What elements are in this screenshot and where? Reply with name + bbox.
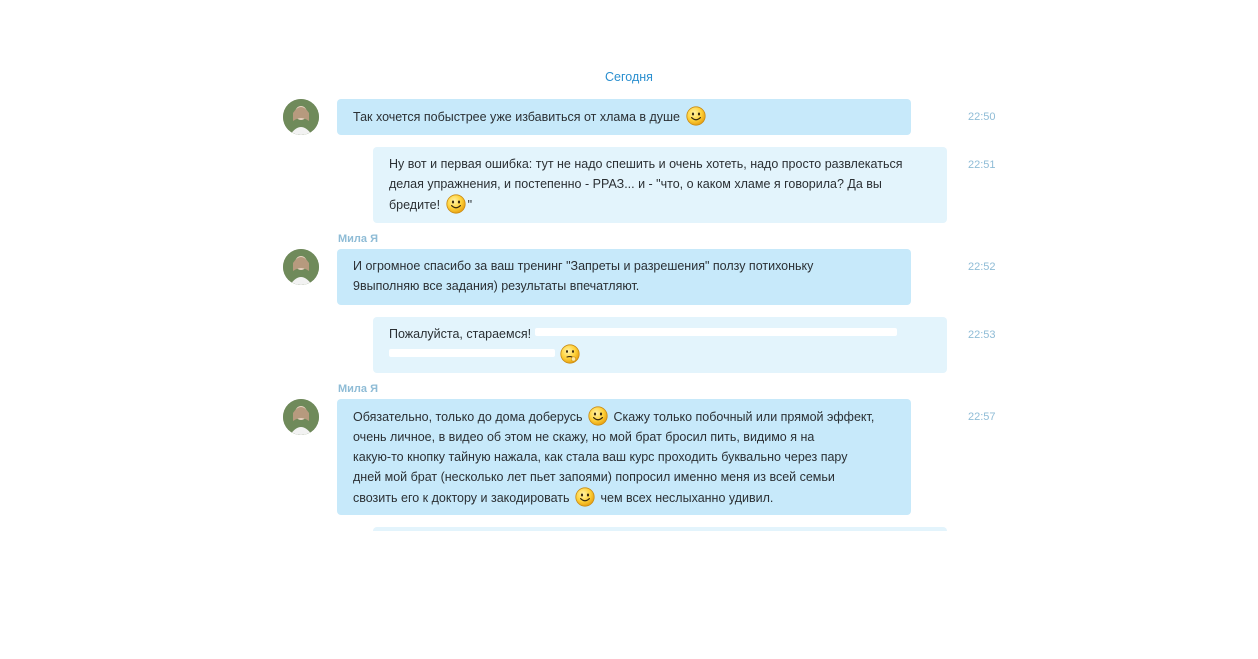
sender-name: Мила Я (338, 233, 378, 245)
message-bubble-outgoing-partial[interactable] (373, 527, 947, 531)
message-text-line: дней мой брат (несколько лет пьет запоям… (353, 470, 835, 484)
message-timestamp: 22:50 (968, 111, 996, 123)
message-text-line: 9выполняю все задания) результаты впечат… (353, 279, 640, 293)
redaction-mark (389, 349, 555, 357)
smile-emoticon-icon (588, 406, 608, 426)
message-bubble-incoming[interactable]: Так хочется побыстрее уже избавиться от … (337, 99, 911, 135)
avatar[interactable] (283, 399, 319, 435)
date-separator: Сегодня (605, 70, 653, 84)
message-text-line: делая упражнения, и постепенно - РРАЗ...… (389, 177, 882, 191)
message-text: Так хочется побыстрее уже избавиться от … (353, 110, 681, 124)
message-timestamp: 22:53 (968, 329, 996, 341)
message-text-line: очень личное, в видео об этом не скажу, … (353, 430, 815, 444)
avatar[interactable] (283, 99, 319, 135)
message-text-line: Скажу только побочный или прямой эффект, (613, 410, 875, 424)
message-text-line: какую-то кнопку тайную нажала, как стала… (353, 450, 848, 464)
smile-emoticon-icon (575, 487, 595, 507)
message-text-fragment: " (467, 198, 472, 212)
message-text-line: бредите! (389, 198, 441, 212)
message-text: Пожалуйста, стараемся! (389, 327, 532, 341)
smile-emoticon-icon (686, 106, 706, 126)
message-bubble-incoming[interactable]: И огромное спасибо за ваш тренинг "Запре… (337, 249, 911, 305)
avatar[interactable] (283, 249, 319, 285)
smile-emoticon-icon (446, 194, 466, 214)
message-text-line: Ну вот и первая ошибка: тут не надо спеш… (389, 157, 903, 171)
redaction-mark (534, 328, 897, 336)
thinking-emoticon-icon (560, 344, 580, 364)
message-text-line: чем всех неслыханно удивил. (600, 491, 774, 505)
sender-name: Мила Я (338, 383, 378, 395)
message-timestamp: 22:57 (968, 411, 996, 423)
message-text-line: свозить его к доктору и закодировать (353, 491, 570, 505)
message-bubble-outgoing[interactable]: Пожалуйста, стараемся! (373, 317, 947, 373)
message-timestamp: 22:51 (968, 159, 996, 171)
message-bubble-outgoing[interactable]: Ну вот и первая ошибка: тут не надо спеш… (373, 147, 947, 223)
message-timestamp: 22:52 (968, 261, 996, 273)
message-text-line: Обязательно, только до дома доберусь (353, 410, 583, 424)
message-bubble-incoming[interactable]: Обязательно, только до дома доберусь Ска… (337, 399, 911, 515)
message-text-line: И огромное спасибо за ваш тренинг "Запре… (353, 259, 814, 273)
